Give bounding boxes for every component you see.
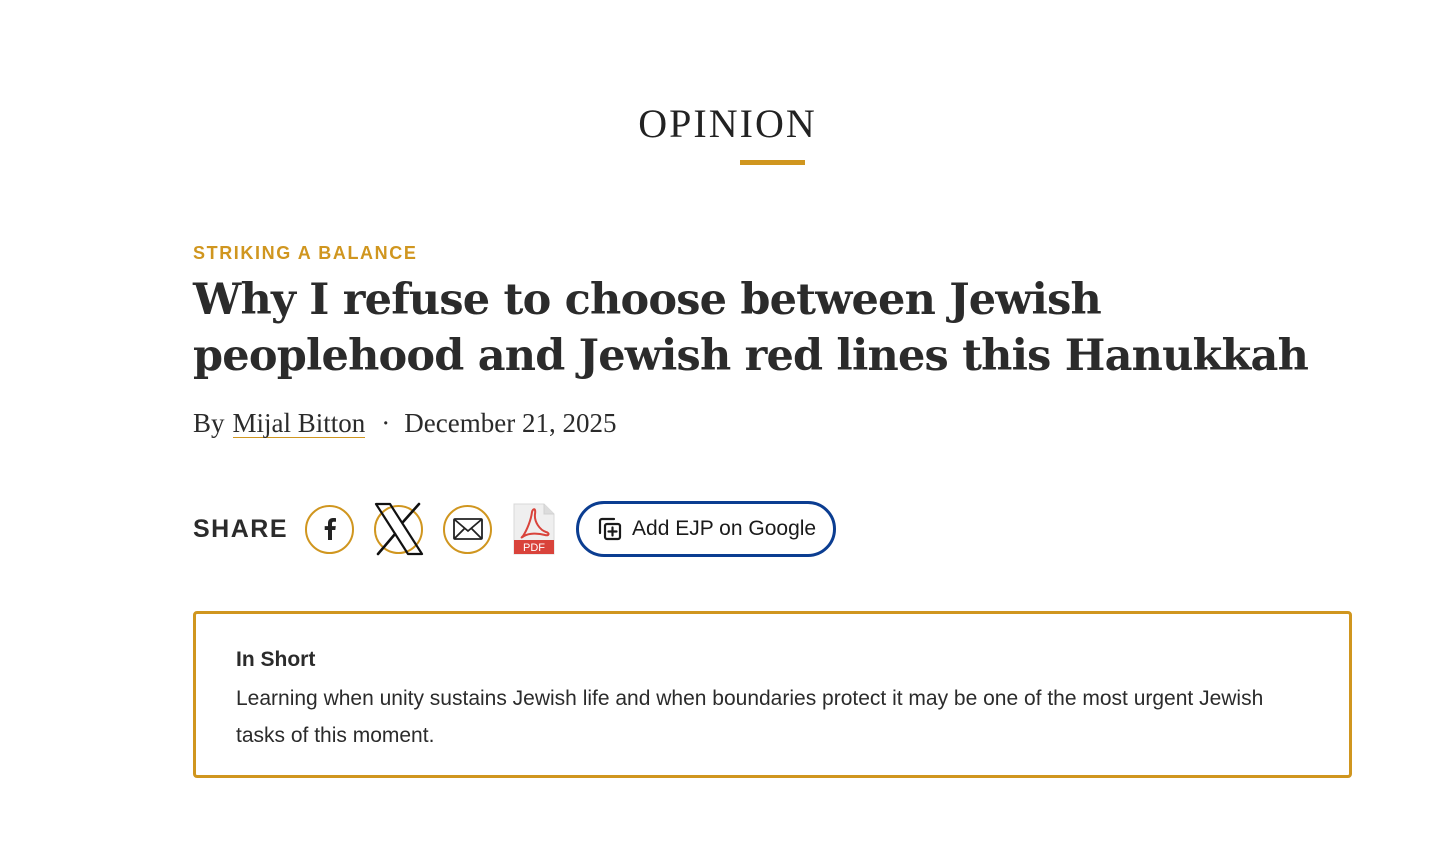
section-header: OPINION <box>0 100 1456 170</box>
byline-prefix: By <box>193 408 225 438</box>
in-short-box: In Short Learning when unity sustains Je… <box>193 611 1352 778</box>
in-short-title: In Short <box>236 648 316 671</box>
add-on-google-button[interactable]: Add EJP on Google <box>576 501 837 557</box>
facebook-icon <box>324 518 336 540</box>
byline-separator: · <box>381 408 391 438</box>
add-to-collection-icon <box>598 517 622 541</box>
x-share-button[interactable] <box>374 502 424 556</box>
section-title[interactable]: OPINION <box>0 100 1456 148</box>
section-underline <box>740 160 805 165</box>
pdf-download-button[interactable]: PDF <box>512 502 556 556</box>
facebook-share-button[interactable] <box>305 504 355 554</box>
in-short-text: Learning when unity sustains Jewish life… <box>236 687 1264 747</box>
share-bar: SHARE PDF Add EJP on Google <box>193 500 837 558</box>
publish-date: December 21, 2025 <box>404 408 617 438</box>
add-on-google-label: Add EJP on Google <box>632 517 817 540</box>
author-link[interactable]: Mijal Bitton <box>232 409 366 438</box>
email-icon <box>452 518 483 540</box>
pdf-label: PDF <box>523 542 545 554</box>
article-headline: Why I refuse to choose between Jewish pe… <box>193 275 1309 381</box>
x-icon <box>374 502 423 556</box>
pdf-icon: PDF <box>513 503 555 555</box>
email-share-button[interactable] <box>443 504 493 554</box>
article-kicker[interactable]: STRIKING A BALANCE <box>193 243 417 264</box>
byline: By Mijal Bitton · December 21, 2025 <box>193 408 616 439</box>
share-label: SHARE <box>193 514 289 543</box>
